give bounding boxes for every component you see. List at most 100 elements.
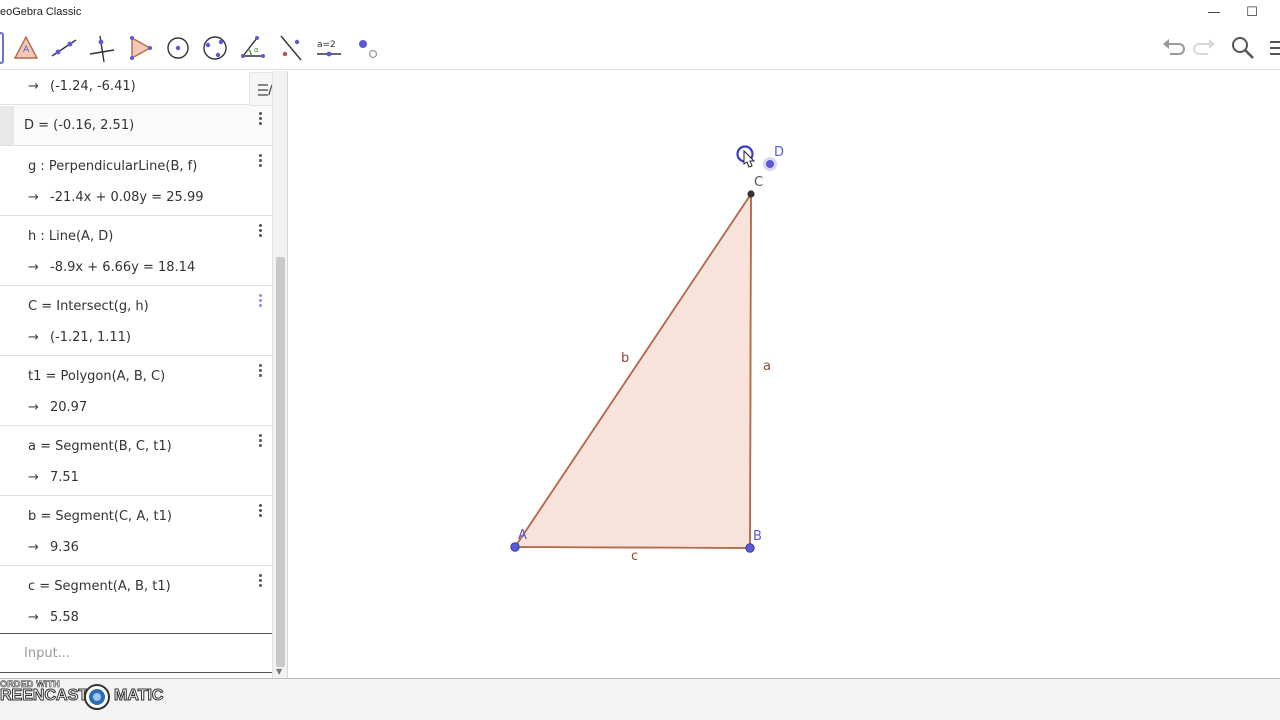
- algebra-value: 9.36: [50, 540, 79, 555]
- move-graphics-icon: [359, 40, 378, 59]
- algebra-value: (-1.24, -6.41): [50, 79, 136, 94]
- algebra-value: -8.9x + 6.66y = 18.14: [50, 260, 196, 275]
- graphics-view[interactable]: b a c A B C D: [289, 71, 1280, 678]
- ellipse-tool[interactable]: [199, 32, 231, 64]
- algebra-value: -21.4x + 0.08y = 25.99: [50, 190, 204, 205]
- minimize-button[interactable]: —: [1204, 4, 1224, 22]
- slider-tool[interactable]: a=2: [313, 32, 345, 64]
- algebra-input-bar[interactable]: Input...: [0, 633, 272, 673]
- output-arrow: →: [28, 610, 39, 625]
- hand-cursor-icon: [736, 145, 756, 168]
- segment-c[interactable]: [514, 546, 751, 549]
- label-segment-b: b: [621, 351, 629, 366]
- algebra-definition: c = Segment(A, B, t1): [28, 579, 171, 594]
- output-arrow: →: [28, 190, 39, 205]
- algebra-value: 20.97: [50, 400, 88, 415]
- label-point-c: C: [754, 175, 763, 190]
- output-arrow: →: [28, 79, 39, 94]
- row-menu-button[interactable]: [254, 432, 266, 448]
- algebra-definition: b = Segment(C, A, t1): [28, 509, 172, 524]
- label-point-b: B: [753, 529, 762, 544]
- geogebra-window: eoGebra Classic — ☐ A α a=2 → (-1.24, -6…: [0, 0, 1280, 720]
- angle-tool[interactable]: α: [237, 32, 269, 64]
- algebra-definition: D = (-0.16, 2.51): [24, 118, 135, 133]
- algebra-row-8[interactable]: c = Segment(A, B, t1) → 5.58: [0, 567, 272, 633]
- reflect-tool[interactable]: [275, 32, 307, 64]
- row-menu-button[interactable]: [254, 362, 266, 378]
- row-menu-button[interactable]: [254, 110, 266, 126]
- search-icon: [1232, 37, 1254, 59]
- polygon-tool[interactable]: [124, 32, 156, 64]
- row-menu-button[interactable]: [254, 222, 266, 238]
- point-tool[interactable]: A: [10, 32, 42, 64]
- algebra-row-2[interactable]: g : PerpendicularLine(B, f) → -21.4x + 0.…: [0, 147, 272, 216]
- algebra-value: 7.51: [50, 470, 79, 485]
- row-menu-button[interactable]: [254, 292, 266, 308]
- scrollbar-thumb[interactable]: [276, 257, 285, 667]
- redo-icon: [1193, 39, 1215, 55]
- algebra-row-7[interactable]: b = Segment(C, A, t1) → 9.36: [0, 497, 272, 566]
- algebra-scrollbar[interactable]: ▼: [272, 71, 287, 678]
- algebra-row-4[interactable]: C = Intersect(g, h) → (-1.21, 1.11): [0, 287, 272, 356]
- circle-tool[interactable]: [162, 32, 194, 64]
- algebra-definition: a = Segment(B, C, t1): [28, 439, 172, 454]
- polygon-icon: [130, 36, 152, 60]
- algebra-row-1[interactable]: D = (-0.16, 2.51): [0, 106, 272, 146]
- maximize-button[interactable]: ☐: [1242, 4, 1262, 22]
- algebra-definition: t1 = Polygon(A, B, C): [28, 369, 166, 384]
- reflect-line-icon: [280, 35, 302, 61]
- watermark-right-text: MATIC: [113, 687, 164, 705]
- output-arrow: →: [28, 260, 39, 275]
- label-segment-c: c: [631, 549, 638, 564]
- angle-icon: α: [241, 36, 265, 58]
- output-arrow: →: [28, 330, 39, 345]
- main-menu-button[interactable]: [1264, 34, 1280, 62]
- point-b[interactable]: [745, 543, 755, 553]
- algebra-row-3[interactable]: h : Line(A, D) → -8.9x + 6.66y = 18.14: [0, 217, 272, 286]
- title-bar: eoGebra Classic — ☐: [0, 0, 1280, 26]
- algebra-view: → (-1.24, -6.41) D = (-0.16, 2.51) g : Pe…: [0, 71, 288, 678]
- algebra-row-0[interactable]: → (-1.24, -6.41): [0, 71, 272, 105]
- perpendicular-line-tool[interactable]: [86, 32, 118, 64]
- algebra-row-5[interactable]: t1 = Polygon(A, B, C) → 20.97: [0, 357, 272, 426]
- screencast-logo-icon: [84, 684, 110, 710]
- move-tool[interactable]: [0, 32, 4, 64]
- point-c[interactable]: [747, 190, 755, 198]
- window-title: eoGebra Classic: [0, 6, 82, 18]
- recording-watermark: ORDED WITH REENCAST MATIC: [0, 678, 1280, 720]
- point-d[interactable]: [766, 160, 774, 168]
- algebra-value: 5.58: [50, 610, 79, 625]
- line-icon: [51, 39, 77, 57]
- circle-center-point-icon: [167, 37, 189, 59]
- menu-icon: [1270, 41, 1280, 55]
- ellipse-icon: [203, 36, 227, 60]
- geometry-canvas[interactable]: b a c A B C D: [289, 71, 1280, 678]
- scroll-down-arrow-icon[interactable]: ▼: [276, 667, 282, 676]
- algebra-definition: g : PerpendicularLine(B, f): [28, 159, 198, 174]
- row-menu-button[interactable]: [254, 572, 266, 588]
- undo-button[interactable]: [1159, 34, 1187, 62]
- redo-button[interactable]: [1191, 34, 1219, 62]
- selection-bar: [0, 106, 14, 145]
- search-button[interactable]: [1229, 34, 1257, 62]
- algebra-definition: h : Line(A, D): [28, 229, 114, 244]
- undo-icon: [1163, 39, 1185, 55]
- output-arrow: →: [28, 470, 39, 485]
- row-menu-button[interactable]: [254, 152, 266, 168]
- row-menu-button[interactable]: [254, 502, 266, 518]
- perpendicular-icon: [89, 35, 115, 63]
- label-point-d: D: [774, 145, 784, 160]
- point-a[interactable]: [510, 542, 520, 552]
- algebra-definition: C = Intersect(g, h): [28, 299, 149, 314]
- point-on-object-icon: A: [13, 35, 39, 59]
- segment-a[interactable]: [749, 193, 752, 549]
- svg-text:A: A: [23, 45, 30, 55]
- slider-icon: a=2: [317, 40, 341, 57]
- algebra-input-placeholder: Input...: [24, 646, 71, 661]
- line-tool[interactable]: [48, 32, 80, 64]
- algebra-row-6[interactable]: a = Segment(B, C, t1) → 7.51: [0, 427, 272, 496]
- algebra-value: (-1.21, 1.11): [50, 330, 131, 345]
- move-graphics-tool[interactable]: [351, 32, 383, 64]
- slider-icon-label: a=2: [317, 40, 336, 50]
- toolbar: A α a=2: [0, 26, 1280, 70]
